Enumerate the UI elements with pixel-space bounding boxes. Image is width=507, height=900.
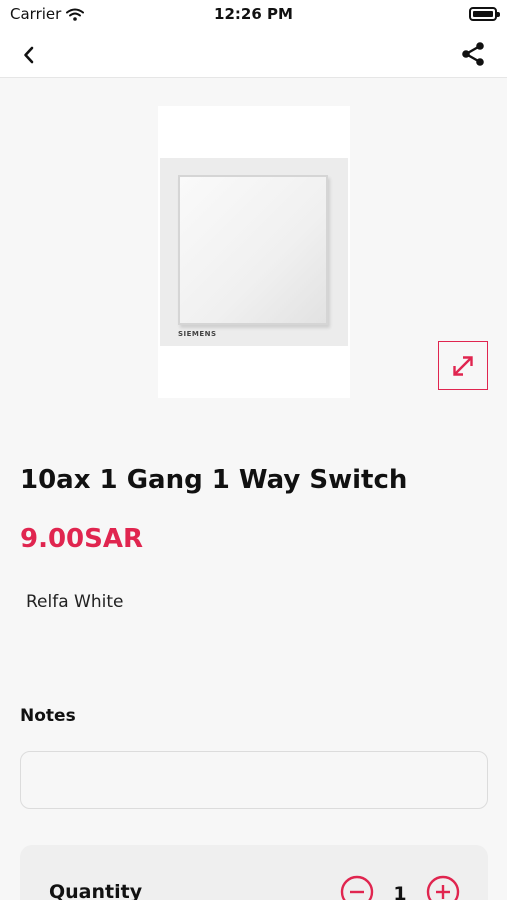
product-variant: Relfa White	[26, 592, 124, 612]
nav-bar	[0, 30, 507, 78]
quantity-increase-button[interactable]	[426, 875, 460, 900]
brand-mark: SIEMENS	[178, 330, 217, 338]
minus-circle-icon	[340, 875, 374, 900]
notes-input[interactable]	[20, 751, 488, 809]
expand-image-button[interactable]	[438, 341, 488, 390]
share-icon	[462, 42, 484, 66]
quantity-decrease-button[interactable]	[340, 875, 374, 900]
switch-rocker	[178, 175, 328, 325]
plus-circle-icon	[426, 875, 460, 900]
quantity-card: Quantity 1	[20, 845, 488, 900]
chevron-left-icon	[24, 46, 34, 64]
switch-plate: SIEMENS	[160, 158, 348, 346]
product-price: 9.00SAR	[20, 524, 144, 554]
battery-icon	[469, 7, 500, 21]
product-title: 10ax 1 Gang 1 Way Switch	[20, 465, 408, 495]
back-button[interactable]	[14, 40, 44, 70]
notes-label: Notes	[20, 706, 76, 726]
product-image[interactable]: SIEMENS	[158, 106, 350, 398]
expand-icon	[453, 355, 473, 376]
quantity-value: 1	[393, 883, 407, 900]
share-button[interactable]	[457, 38, 489, 70]
quantity-label: Quantity	[49, 881, 143, 900]
status-time: 12:26 PM	[214, 5, 293, 23]
status-bar: Carrier 12:26 PM	[0, 0, 507, 30]
